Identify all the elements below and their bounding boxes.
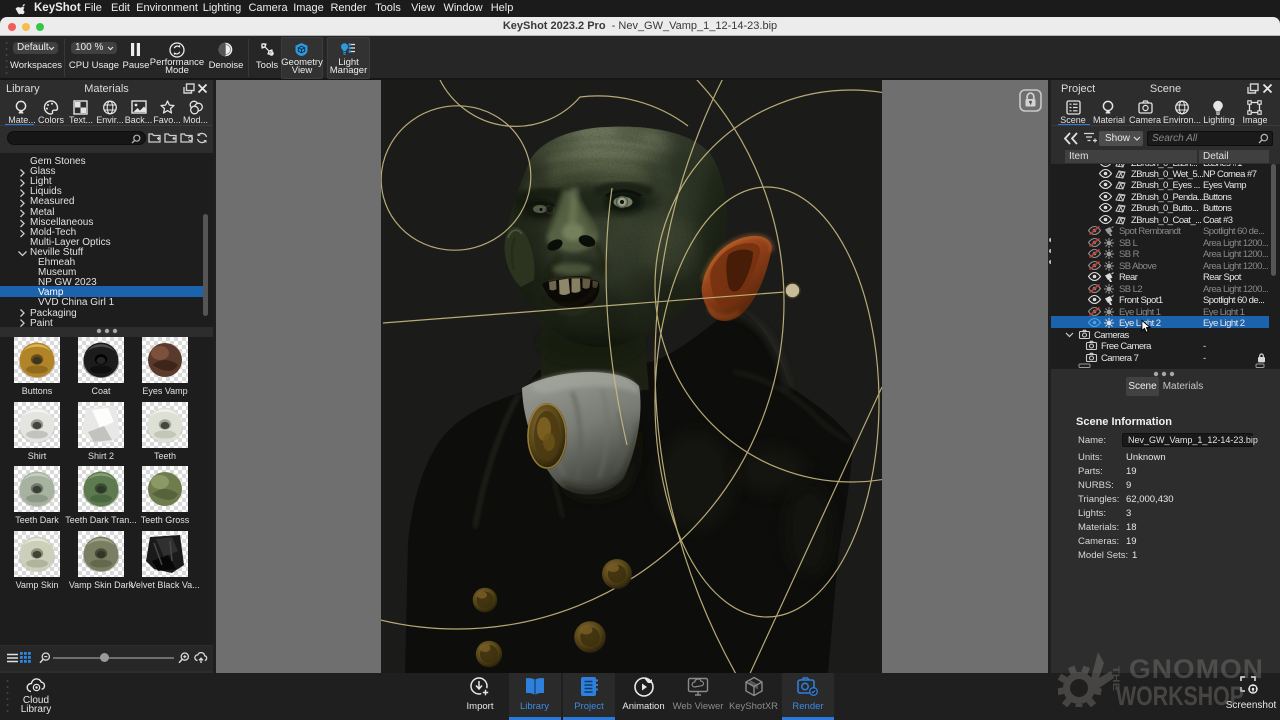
svg-text:GNOMON: GNOMON [1129, 654, 1264, 684]
svg-text:WORKSHOP: WORKSHOP [1116, 681, 1244, 707]
